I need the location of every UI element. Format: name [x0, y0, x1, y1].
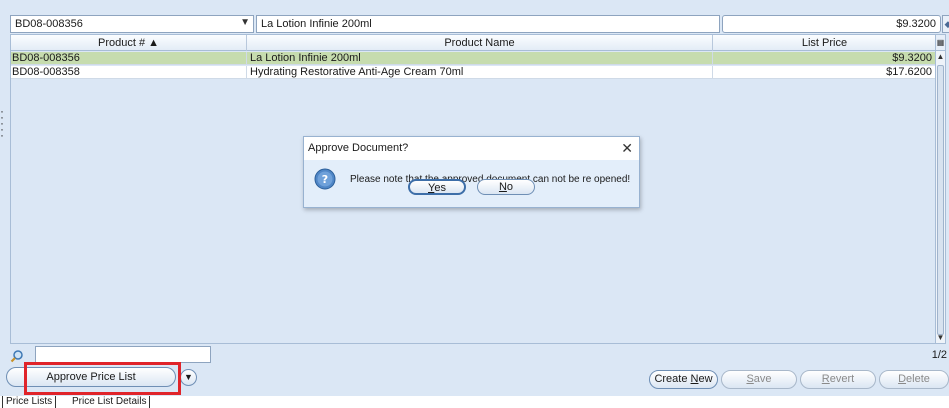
chevron-down-icon[interactable]: ▼ — [240, 17, 250, 28]
column-header-product-name[interactable]: Product Name — [247, 35, 713, 51]
revert-label-key: R — [821, 373, 830, 385]
drag-handle-icon[interactable]: · · · · · — [0, 105, 5, 144]
scroll-down-icon[interactable]: ▼ — [936, 333, 945, 343]
no-label-key: N — [498, 181, 507, 193]
revert-button[interactable]: Revert — [800, 370, 876, 389]
product-combo[interactable]: BD08-008356 ▼ — [10, 15, 254, 33]
dialog-title: Approve Document? — [304, 137, 639, 160]
grid-header: Product # ▲ Product Name List Price — [11, 35, 936, 51]
product-combo-value: BD08-008356 — [15, 18, 83, 30]
list-price-field[interactable]: $9.3200 — [722, 15, 941, 33]
page-count: 1/2 — [931, 349, 947, 361]
delete-button[interactable]: Delete — [879, 370, 949, 389]
svg-text:?: ? — [322, 173, 328, 186]
tab-price-lists[interactable]: Price Lists — [2, 396, 57, 408]
cell-product-name: La Lotion Infinie 200ml — [247, 52, 713, 65]
scrollbar-thumb[interactable] — [937, 65, 944, 335]
yes-button[interactable]: Yes — [408, 179, 466, 195]
no-label-rest: o — [506, 181, 514, 193]
chevron-down-icon[interactable]: ▼ — [180, 369, 197, 386]
table-row[interactable]: BD08-008358 Hydrating Restorative Anti-A… — [11, 66, 936, 79]
cell-list-price: $17.6200 — [713, 66, 936, 79]
column-header-product-no[interactable]: Product # ▲ — [11, 35, 247, 51]
save-label-rest: ave — [753, 373, 772, 385]
cell-product-no: BD08-008356 — [11, 52, 247, 65]
cell-product-name: Hydrating Restorative Anti-Age Cream 70m… — [247, 66, 713, 79]
product-name-field[interactable]: La Lotion Infinie 200ml — [256, 15, 720, 33]
cell-list-price: $9.3200 — [713, 52, 936, 65]
create-new-button[interactable]: Create New — [649, 370, 718, 389]
create-label-pre: Create — [654, 373, 691, 385]
save-label-key: S — [746, 373, 754, 385]
annotation-highlight-box — [24, 362, 181, 395]
lookup-icon[interactable]: ◆ — [942, 15, 949, 33]
record-filter-row: BD08-008356 ▼ La Lotion Infinie 200ml $9… — [10, 15, 949, 33]
table-row[interactable]: BD08-008356 La Lotion Infinie 200ml $9.3… — [11, 52, 936, 65]
tab-price-list-details[interactable]: Price List Details — [69, 396, 151, 408]
scroll-up-icon[interactable]: ▲ — [936, 52, 945, 64]
price-list-window: BD08-008356 ▼ La Lotion Infinie 200ml $9… — [0, 0, 949, 408]
approve-document-dialog: Approve Document? ✕ ? Please note that t… — [303, 136, 640, 208]
delete-label-key: D — [898, 373, 907, 385]
save-button[interactable]: Save — [721, 370, 797, 389]
cell-product-no: BD08-008358 — [11, 66, 247, 79]
create-label-post: ew — [698, 373, 713, 385]
column-header-list-price[interactable]: List Price — [713, 35, 936, 51]
tab-bar: Price Lists Price List Details — [0, 396, 949, 408]
yes-label-rest: es — [434, 182, 446, 194]
column-chooser-icon[interactable]: ▦ — [936, 35, 945, 51]
close-icon[interactable]: ✕ — [621, 141, 633, 155]
revert-label-rest: evert — [829, 373, 855, 385]
question-icon: ? — [314, 168, 336, 190]
grid-vertical-scrollbar[interactable]: ▦ ▲ ▼ — [935, 35, 945, 343]
search-input[interactable] — [35, 346, 211, 363]
no-button[interactable]: No — [477, 179, 535, 195]
search-icon[interactable] — [10, 349, 24, 363]
delete-label-rest: elete — [906, 373, 930, 385]
